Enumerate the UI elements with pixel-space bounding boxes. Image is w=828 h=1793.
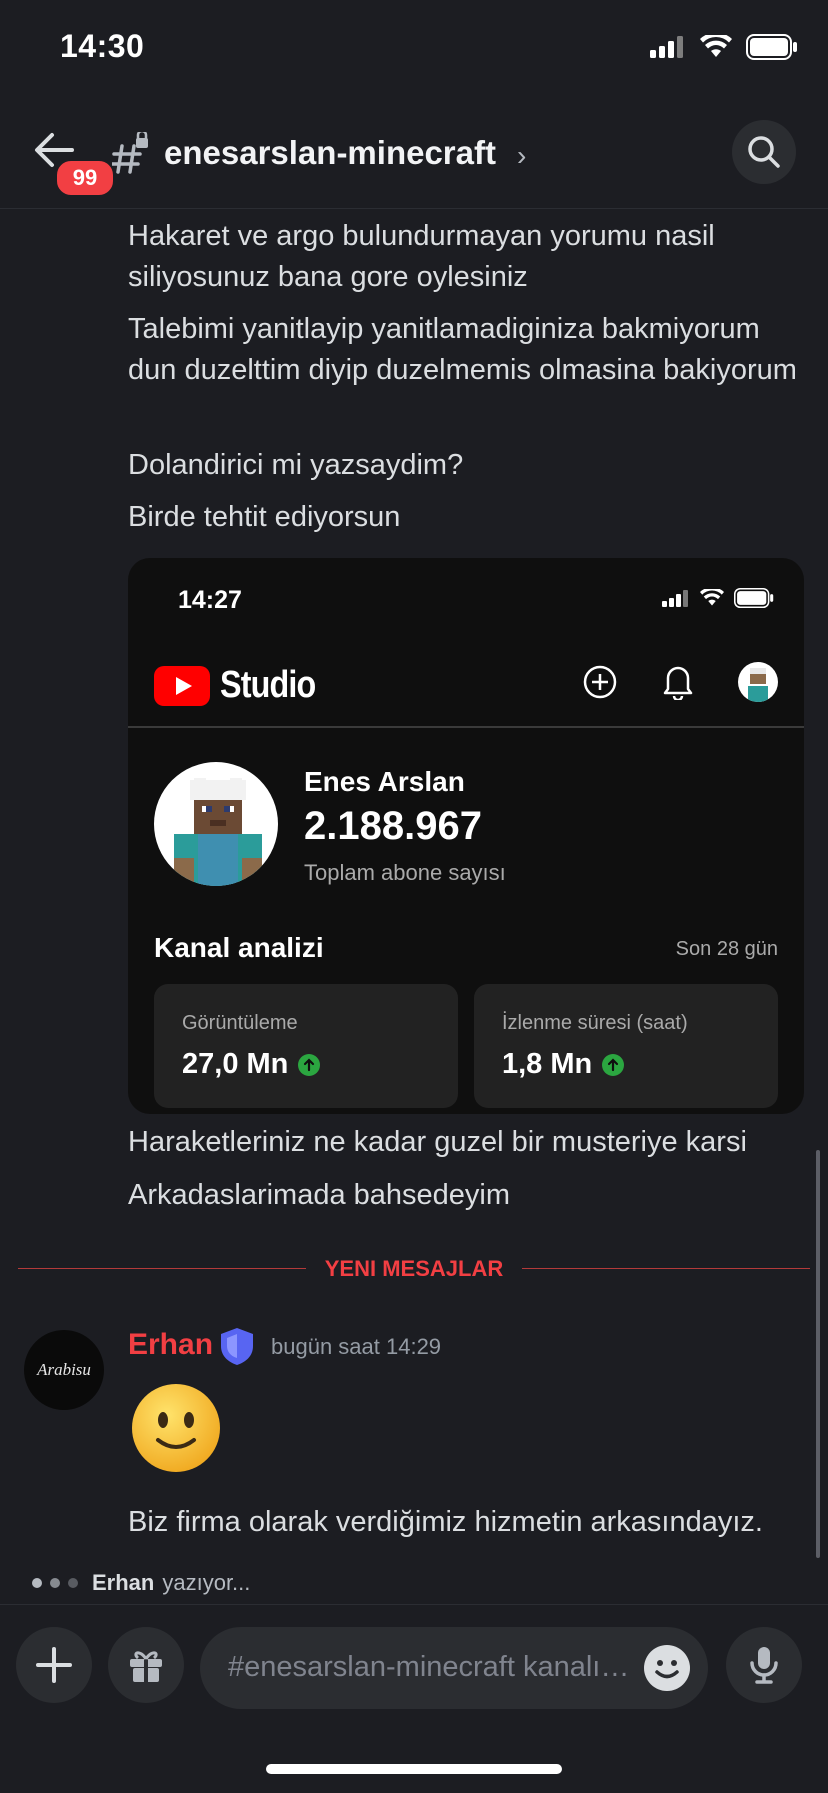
cellular-signal-icon bbox=[662, 589, 688, 607]
new-messages-label: YENI MESAJLAR bbox=[308, 1256, 520, 1281]
unread-badge: 99 bbox=[54, 158, 116, 198]
card-value: 1,8 Mn bbox=[502, 1048, 625, 1081]
gift-icon bbox=[130, 1651, 162, 1682]
microphone-icon bbox=[750, 1647, 778, 1684]
gift-button[interactable] bbox=[108, 1627, 184, 1703]
avatar-logo-text: Arabisu bbox=[37, 1360, 91, 1379]
message-text: Dolandirici mi yazsaydim? bbox=[128, 449, 464, 481]
channel-name: Enes Arslan bbox=[304, 766, 465, 797]
emoji-picker-button[interactable] bbox=[644, 1645, 690, 1691]
battery-icon bbox=[746, 34, 797, 60]
message-text: Birde tehtit ediyorsun bbox=[128, 501, 401, 533]
search-button[interactable] bbox=[732, 120, 796, 184]
subscriber-label: Toplam abone sayısı bbox=[304, 860, 506, 885]
plus-icon bbox=[36, 1647, 72, 1683]
status-time: 14:30 bbox=[60, 28, 145, 64]
message-timestamp: bugün saat 14:29 bbox=[271, 1334, 442, 1359]
minecraft-avatar-icon bbox=[748, 668, 768, 702]
smile-face-icon bbox=[655, 1660, 679, 1679]
cellular-signal-icon bbox=[650, 36, 683, 58]
typing-user: Erhan bbox=[92, 1570, 155, 1595]
battery-icon bbox=[734, 588, 774, 608]
card-value-text: 27,0 Mn bbox=[182, 1048, 289, 1080]
moderator-shield-icon bbox=[221, 1328, 253, 1365]
new-messages-divider: YENI MESAJLAR bbox=[0, 1256, 828, 1282]
locked-channel-hash-icon bbox=[112, 132, 148, 174]
home-indicator[interactable] bbox=[266, 1764, 562, 1774]
wifi-icon bbox=[700, 35, 732, 57]
message-text: Talebimi yanitlayip yanitlamadiginiza ba… bbox=[128, 313, 797, 386]
card-value: 27,0 Mn bbox=[182, 1048, 321, 1081]
chevron-right-icon[interactable]: › bbox=[517, 140, 526, 172]
typing-dot bbox=[32, 1578, 42, 1588]
slightly-smiling-face-emoji-icon bbox=[132, 1384, 220, 1472]
typing-indicator: Erhan yazıyor... bbox=[32, 1570, 250, 1596]
typing-suffix: yazıyor... bbox=[162, 1570, 251, 1595]
create-plus-icon bbox=[583, 665, 617, 699]
status-icons bbox=[650, 34, 798, 60]
views-card: Görüntüleme 27,0 Mn bbox=[154, 984, 458, 1108]
add-attachment-button[interactable] bbox=[16, 1627, 92, 1703]
message-text: Hakaret ve argo bulundurmayan yorumu nas… bbox=[128, 220, 715, 293]
watch-time-card: İzlenme süresi (saat) 1,8 Mn bbox=[474, 984, 778, 1108]
arrow-up-icon bbox=[602, 1053, 625, 1076]
channel-avatar bbox=[154, 762, 278, 886]
message-author[interactable]: Erhan bbox=[128, 1328, 213, 1362]
youtube-studio-logo: Studio bbox=[154, 664, 332, 707]
card-value-text: 1,8 Mn bbox=[502, 1048, 593, 1080]
user-avatar[interactable]: Arabisu bbox=[24, 1330, 104, 1410]
embed-divider bbox=[128, 726, 804, 728]
voice-message-button[interactable] bbox=[726, 1627, 802, 1703]
studio-label: Studio bbox=[220, 664, 316, 706]
message-input[interactable]: #enesarslan-minecraft kanalına mesaj gön… bbox=[200, 1627, 708, 1709]
search-icon bbox=[748, 136, 780, 168]
channel-header: 99 enesarslan-minecraft › bbox=[0, 110, 828, 209]
message-text: Biz firma olarak verdiğimiz hizmetin ark… bbox=[128, 1506, 763, 1538]
image-attachment[interactable]: 14:27 Studio Enes Arslan 2.188.967 Topla… bbox=[128, 558, 804, 1114]
message-input-placeholder: #enesarslan-minecraft kanalına mesaj gön… bbox=[228, 1651, 638, 1683]
typing-dot bbox=[50, 1578, 60, 1588]
card-label: İzlenme süresi (saat) bbox=[502, 1012, 688, 1034]
notification-bell-icon bbox=[663, 666, 693, 700]
subscriber-count: 2.188.967 bbox=[304, 804, 482, 848]
wifi-icon bbox=[700, 589, 724, 606]
channel-avatar-small bbox=[738, 662, 778, 702]
scrollbar[interactable] bbox=[816, 1150, 820, 1558]
message-text: Haraketleriniz ne kadar guzel bir muster… bbox=[128, 1126, 747, 1158]
analytics-period: Son 28 gün bbox=[675, 938, 778, 960]
embed-status-icons bbox=[662, 588, 774, 608]
arrow-up-icon bbox=[298, 1053, 321, 1076]
minecraft-avatar-icon bbox=[174, 778, 262, 886]
message-text: Arkadaslarimada bahsedeyim bbox=[128, 1179, 511, 1211]
analytics-title: Kanal analizi bbox=[154, 932, 324, 963]
card-label: Görüntüleme bbox=[182, 1012, 298, 1034]
typing-dot bbox=[68, 1578, 78, 1588]
embed-status-time: 14:27 bbox=[178, 586, 242, 614]
youtube-logo-icon bbox=[154, 665, 210, 706]
channel-name[interactable]: enesarslan-minecraft bbox=[164, 134, 496, 172]
